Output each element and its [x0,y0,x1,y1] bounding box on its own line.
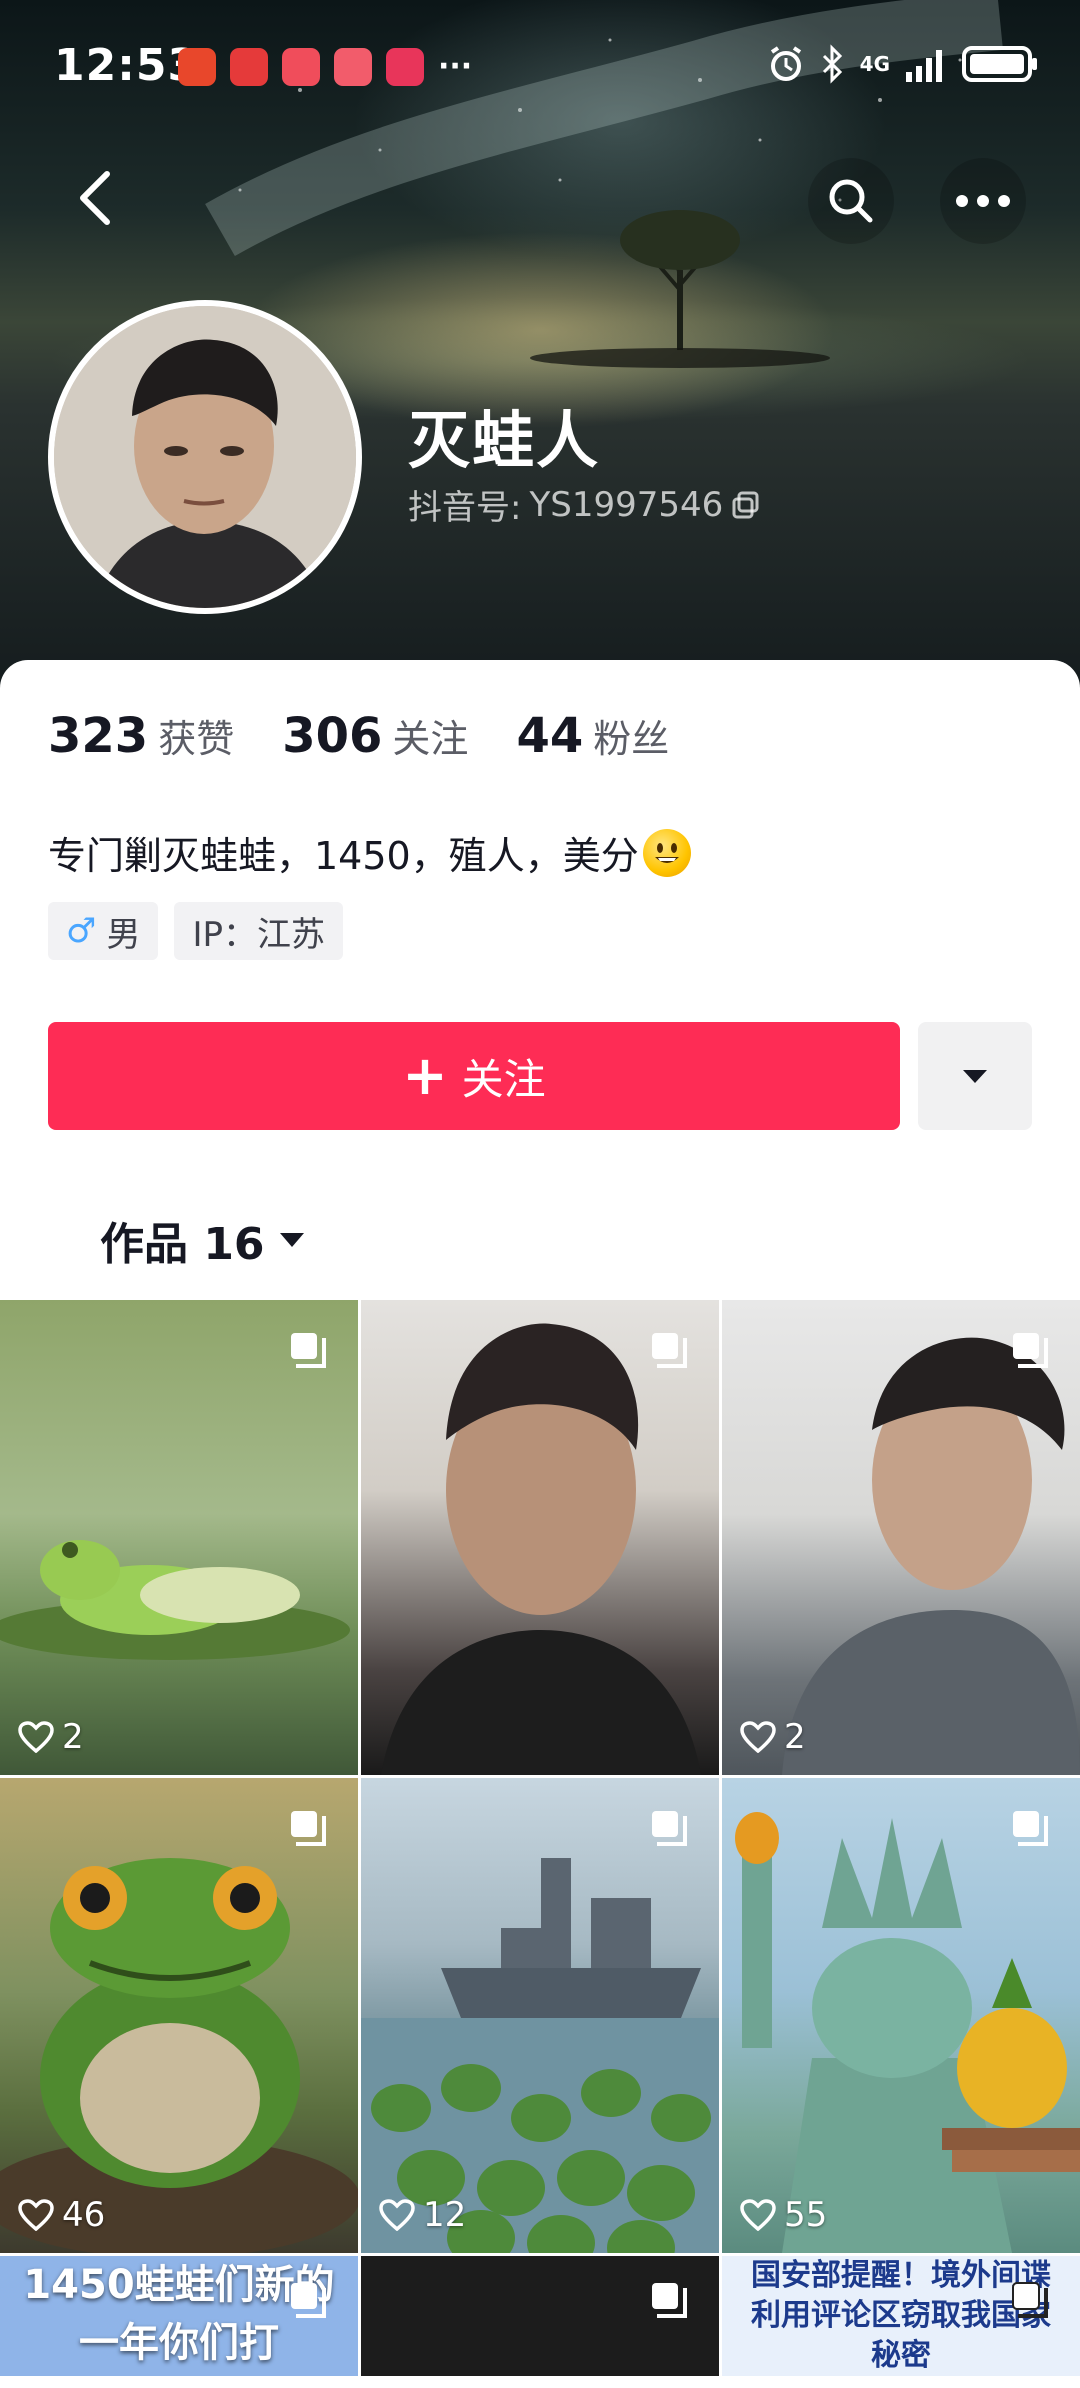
stat-label: 获赞 [158,717,235,761]
multi-image-icon [652,1333,687,1368]
follow-label: 关注 [461,1054,546,1104]
system-icons: 4G [766,44,1040,84]
multi-image-icon [652,2283,687,2318]
multi-image-icon [652,1811,687,1846]
stat-label: 关注 [392,717,469,761]
multi-image-icon [291,1333,326,1368]
likes-count: 46 [18,2195,105,2235]
douyin-id-label: 抖音号: [408,488,522,528]
app-icon-3 [282,48,320,86]
alarm-icon [770,46,801,81]
gender-label: 男 [106,914,141,955]
bio-text: 专门剿灭蛙蛙，1450，殖人，美分 [48,834,639,878]
follow-button[interactable]: + 关注 [48,1022,900,1130]
video-thumbnail[interactable]: 46 [0,1778,358,2253]
network-type-label: 4G [859,52,890,76]
statue-frog-image [735,1812,1080,2253]
avatar-portrait [54,306,356,608]
stat-number: 323 [48,708,149,764]
selfie-image [381,1323,701,1775]
banner-island [530,348,830,368]
heart-icon [379,2199,415,2231]
frog-illustration-image [0,1858,358,2253]
battery-icon [962,46,1037,82]
status-bar: 12:53 ··· 4G [0,0,1080,130]
tab-works[interactable]: 作品 16 [100,1208,305,1272]
video-thumbnail[interactable] [361,1300,719,1775]
video-thumbnail[interactable]: 2 [0,1300,358,1775]
profile-tags: ♂ 男 IP：江苏 [48,902,344,960]
caret-down-icon [279,1233,304,1247]
copy-icon[interactable] [731,490,761,520]
video-thumbnail[interactable]: 2 [722,1300,1080,1775]
douyin-id-value: YS1997546 [529,484,724,525]
douyin-id-row[interactable]: 抖音号: YS1997546 [408,480,761,529]
profile-nickname: 灭蛙人 [408,404,601,477]
video-thumbnail[interactable]: 12 [361,1778,719,2253]
likes-count: 55 [740,2195,827,2235]
stat-label: 粉丝 [593,717,670,761]
app-icon-5 [386,48,424,86]
profile-stats: 323 获赞 306 关注 44 粉丝 [48,708,669,764]
multi-image-icon [291,2283,326,2318]
stat-followers[interactable]: 44 粉丝 [516,708,669,764]
profile-card: 323 获赞 306 关注 44 粉丝 专门剿灭蛙蛙，1450，殖人，美分 ♂ … [0,660,1080,1300]
gender-tag: ♂ 男 [48,902,159,960]
video-thumbnail[interactable]: 55 [722,1778,1080,2253]
heart-icon [18,2199,54,2231]
multi-image-icon [1013,1333,1048,1368]
search-icon [829,179,873,223]
video-thumbnail[interactable]: 国安部提醒！境外间谍利用评论区窃取我国家秘密 [722,2256,1080,2376]
avatar[interactable] [48,300,362,614]
signal-icon [906,50,942,82]
selfie-image [782,1337,1080,1775]
profile-bio: 专门剿灭蛙蛙，1450，殖人，美分 [48,825,691,880]
search-button[interactable] [808,158,894,244]
notification-app-icons: ··· [178,48,472,86]
recommend-dropdown-button[interactable] [918,1022,1032,1130]
more-notifications-icon: ··· [438,49,473,84]
likes-count: 2 [740,1717,806,1757]
banner-tree [620,210,740,350]
plus-icon: + [402,1044,448,1107]
caret-down-icon [963,1070,987,1083]
more-options-button[interactable] [940,158,1026,244]
warship-frogs-image [361,1858,719,2253]
stat-following[interactable]: 306 关注 [282,708,468,764]
ip-location-tag: IP：江苏 [174,902,344,960]
likes-value: 55 [784,2195,828,2235]
heart-icon [740,1721,776,1753]
stat-number: 44 [516,708,584,764]
stat-number: 306 [282,708,383,764]
chevron-left-icon [80,171,110,225]
bluetooth-icon [822,44,842,84]
likes-count: 12 [379,2195,466,2235]
ip-location-label: IP：江苏 [192,914,326,955]
app-icon-1 [178,48,216,86]
multi-image-icon [1012,2282,1048,2318]
likes-value: 46 [62,2195,106,2235]
multi-image-icon [1013,1811,1048,1846]
stat-likes[interactable]: 323 获赞 [48,708,234,764]
app-icon-4 [334,48,372,86]
heart-icon [18,1721,54,1753]
likes-value: 12 [423,2195,467,2235]
works-tab-label: 作品 16 [100,1219,265,1270]
heart-icon [740,2199,776,2231]
video-thumbnail[interactable]: 1450蛙蛙们新的一年你们打 [0,2256,358,2376]
back-button[interactable] [60,158,130,238]
app-icon-2 [230,48,268,86]
frog-lounging-image [0,1540,350,1660]
likes-count: 2 [18,1717,84,1757]
video-thumbnail[interactable] [361,2256,719,2376]
likes-value: 2 [62,1717,84,1757]
more-dots-icon [956,195,1010,207]
male-icon: ♂ [66,911,97,951]
grinning-emoji-icon [642,828,691,877]
likes-value: 2 [784,1717,806,1757]
works-grid: 2 2 46 12 55 1450蛙蛙们新的一年你们打 国安部提醒！境外间谍利用… [0,1300,1080,2376]
multi-image-icon [291,1811,326,1846]
